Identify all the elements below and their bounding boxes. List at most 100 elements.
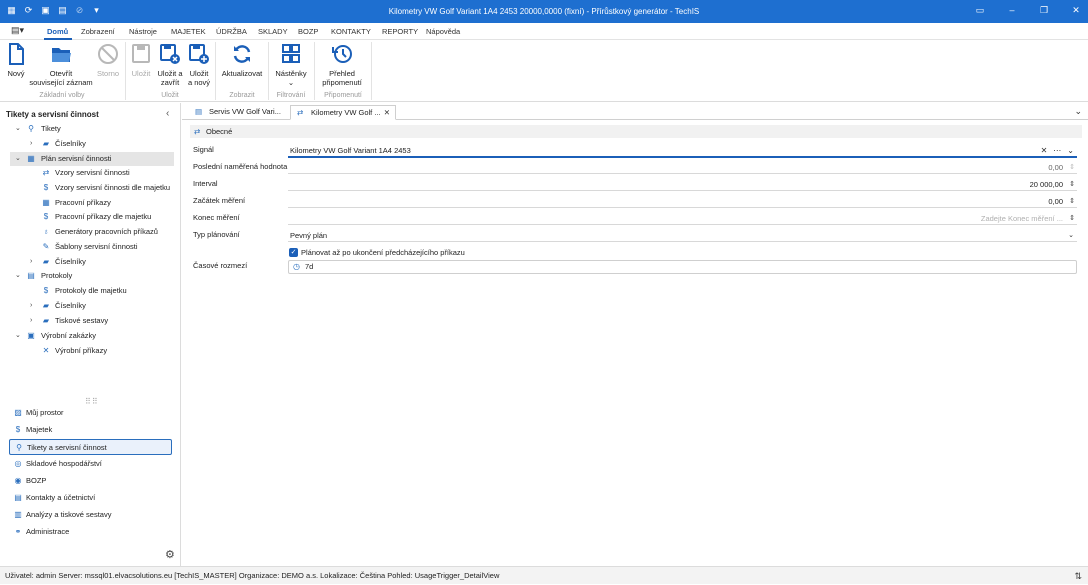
spinner-icon[interactable]: ⇕ — [1069, 196, 1075, 208]
menu-help[interactable]: Nápověda — [426, 27, 460, 36]
plan-after-checkbox[interactable]: ✓ — [289, 248, 298, 257]
save-new-button[interactable]: Uložit a nový — [186, 42, 212, 87]
interval-field[interactable]: 20 000,00 ⇕ — [288, 179, 1077, 191]
menu-contacts[interactable]: KONTAKTY — [331, 27, 371, 36]
menu-bozp[interactable]: BOZP — [298, 27, 318, 36]
nav-my-space[interactable]: ▨ Můj prostor — [9, 405, 172, 421]
signal-label: Signál — [193, 145, 214, 154]
nav-warehouse[interactable]: ◎ Skladové hospodářství — [9, 456, 172, 472]
group-view-label: Zobrazit — [229, 92, 255, 99]
nav-tickets[interactable]: ⚲ Tikety a servisní činnost — [9, 439, 172, 455]
tree-item-pracovni-prikazy[interactable]: ▦ Pracovní příkazy — [0, 196, 181, 210]
close-tab-icon[interactable]: ✕ — [384, 106, 390, 120]
template-icon: ✎ — [42, 242, 50, 251]
gear-icon[interactable]: ⚙ — [165, 548, 175, 561]
tree-item-pracovni-prikazy-dle-majetku[interactable]: $ Pracovní příkazy dle majetku — [0, 210, 181, 224]
ribbon-display-icon[interactable]: ▭ — [974, 5, 986, 16]
signal-field[interactable]: Kilometry VW Golf Variant 1A4 2453 ✕ ⋯ ⌄ — [288, 145, 1077, 158]
save-button[interactable]: Uložit — [129, 42, 153, 78]
minimize-icon[interactable]: – — [1006, 5, 1018, 16]
menu-maintenance[interactable]: ÚDRŽBA — [216, 27, 247, 36]
save-close-button[interactable]: Uložit a zavřít — [155, 42, 185, 87]
tree-item-vzory-servisni-cinnosti[interactable]: ⇄ Vzory servisní činnosti — [0, 166, 181, 180]
time-range-field[interactable]: ◷ 7d — [288, 260, 1077, 274]
tree-item-tikety[interactable]: ⌄ ⚲ Tikety — [0, 122, 181, 136]
nav-contacts[interactable]: ▤ Kontakty a účetnictví — [9, 490, 172, 506]
spinner-icon[interactable]: ⇕ — [1069, 179, 1075, 191]
menu-view[interactable]: Zobrazení — [81, 27, 115, 36]
restore-icon[interactable]: ❐ — [1038, 5, 1050, 16]
expand-arrow-icon[interactable]: ⌄ — [15, 269, 21, 283]
save-new-icon — [188, 42, 210, 66]
end-field[interactable]: Zadejte Konec měření ... ⇕ — [288, 213, 1077, 225]
tree-item-sablony[interactable]: ✎ Šablony servisní činnosti — [0, 240, 181, 254]
tree-item-vzory-dle-majetku[interactable]: $ Vzory servisní činnosti dle majetku — [0, 181, 181, 195]
section-header[interactable]: ⇄ Obecné — [190, 125, 1082, 138]
reminders-button[interactable]: Přehled připomenutí — [318, 42, 366, 87]
tree-item-protokoly-dle-majetku[interactable]: $ Protokoly dle majetku — [0, 284, 181, 298]
folder-icon: ▰ — [42, 139, 50, 148]
storno-button[interactable]: Storno — [95, 42, 121, 78]
menu-assets[interactable]: MAJETEK — [171, 27, 206, 36]
clear-icon[interactable]: ✕ — [1041, 145, 1048, 157]
tree-item-vyrobni-zakazky[interactable]: ⌄ ▣ Výrobní zakázky — [0, 329, 181, 343]
expand-arrow-icon[interactable]: ⌄ — [15, 329, 21, 343]
admin-icon: ⚭ — [14, 527, 22, 536]
close-icon[interactable]: ✕ — [1070, 5, 1082, 16]
refresh-icon — [231, 42, 253, 66]
menu-reports[interactable]: REPORTY — [382, 27, 418, 36]
chevron-down-icon[interactable]: ⌄ — [1067, 145, 1074, 157]
tree-item-protokoly[interactable]: ⌄ ▤ Protokoly — [0, 269, 181, 283]
nav-bozp[interactable]: ◉ BOZP — [9, 473, 172, 489]
folder-icon: ▰ — [42, 257, 50, 266]
menu-warehouses[interactable]: SKLADY — [258, 27, 288, 36]
signal-value: Kilometry VW Golf Variant 1A4 2453 — [290, 146, 411, 155]
tree-item-ciselniky-3[interactable]: › ▰ Číselníky — [0, 299, 181, 313]
group-save-label: Uložit — [161, 92, 179, 99]
dollar-icon: $ — [15, 425, 21, 434]
start-field[interactable]: 0,00 ⇕ — [288, 196, 1077, 208]
nav-reports[interactable]: ▥ Analýzy a tiskové sestavy — [9, 507, 172, 523]
dollar-icon: $ — [43, 183, 49, 192]
open-related-button[interactable]: Otevřít související záznam — [28, 42, 94, 87]
expand-arrow-icon[interactable]: ⌄ — [15, 122, 21, 136]
tab-servis-vw-golf[interactable]: ▤ Servis VW Golf Vari... — [189, 105, 287, 120]
plan-type-select[interactable]: Pevný plán ⌄ — [288, 230, 1077, 242]
new-button[interactable]: Nový — [4, 42, 28, 78]
menu-tools[interactable]: Nástroje — [129, 27, 157, 36]
tree-item-generatory[interactable]: ♁ Generátory pracovních příkazů — [0, 225, 181, 239]
ribbon-options-icon[interactable]: ▤▾ — [11, 25, 24, 36]
group-separator — [371, 42, 372, 100]
tree-item-tiskove-sestavy[interactable]: › ▰ Tiskové sestavy — [0, 314, 181, 328]
boards-button[interactable]: Nástěnky ⌄ — [272, 42, 310, 87]
last-value-field[interactable]: 0,00 ⇕ — [288, 162, 1077, 174]
collapse-arrow-icon[interactable]: › — [30, 299, 32, 313]
nav-assets[interactable]: $ Majetek — [9, 422, 172, 438]
tree-item-ciselniky[interactable]: › ▰ Číselníky — [0, 137, 181, 151]
more-icon[interactable]: ⋯ — [1053, 145, 1061, 157]
tree-item-ciselniky-2[interactable]: › ▰ Číselníky — [0, 255, 181, 269]
chevron-down-icon[interactable]: ⌄ — [1068, 230, 1074, 242]
window-controls: ▭ – ❐ ✕ — [974, 5, 1082, 16]
collapse-arrow-icon[interactable]: › — [30, 137, 32, 151]
expand-arrow-icon[interactable]: ⌄ — [15, 152, 21, 166]
spinner-icon[interactable]: ⇕ — [1069, 213, 1075, 225]
tab-kilometry-vw-golf[interactable]: ⇄ Kilometry VW Golf ... ✕ — [290, 105, 396, 120]
chevron-down-icon[interactable]: ⌄ — [1074, 106, 1082, 117]
spinner-icon: ⇕ — [1069, 164, 1075, 171]
collapse-arrow-icon[interactable]: › — [30, 255, 32, 269]
tree-item-vyrobni-prikazy[interactable]: ✕ Výrobní příkazy — [0, 344, 181, 358]
sync-icon: ⇄ — [194, 127, 201, 136]
collapse-arrow-icon[interactable]: › — [30, 314, 32, 328]
tree-item-plan-servisni-cinnosti[interactable]: ⌄ ▦ Plán servisní činnosti — [10, 152, 174, 166]
nav-admin[interactable]: ⚭ Administrace — [9, 524, 172, 540]
safety-icon: ◉ — [14, 476, 22, 485]
panel-title: Tikety a servisní činnost — [6, 110, 99, 119]
menu-home[interactable]: Domů — [47, 27, 68, 36]
search-icon: ⚲ — [16, 443, 22, 452]
sort-icon[interactable]: ⇅ — [1074, 567, 1082, 585]
window-title: Kilometry VW Golf Variant 1A4 2453 20000… — [388, 7, 700, 16]
dollar-icon: $ — [43, 286, 49, 295]
collapse-panel-icon[interactable]: ‹ — [166, 108, 169, 119]
refresh-button[interactable]: Aktualizovat — [219, 42, 265, 78]
